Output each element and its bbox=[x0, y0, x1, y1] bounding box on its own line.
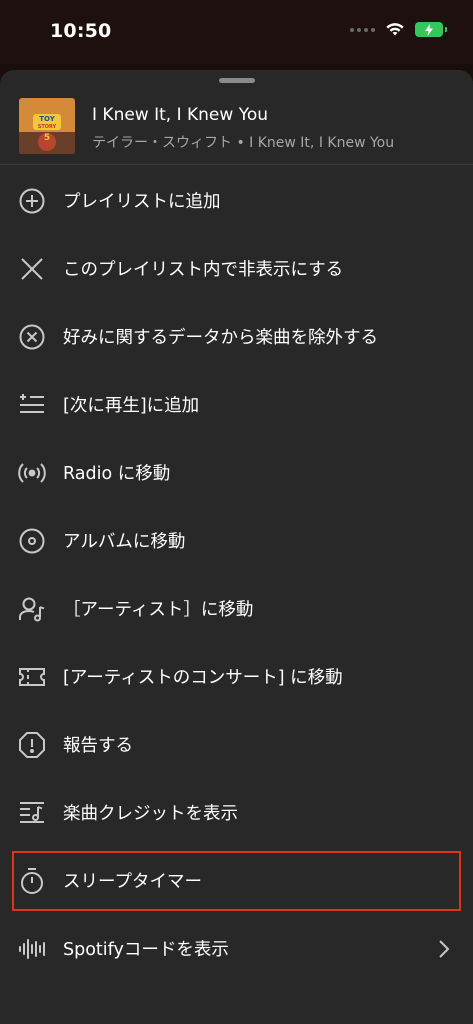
menu-item-label: このプレイリスト内で非表示にする bbox=[63, 260, 344, 280]
context-menu-sheet: TOY STORY 5 I Knew It, I Knew You テイラー・ス… bbox=[0, 70, 473, 1024]
track-title: I Knew It, I Knew You bbox=[92, 105, 269, 125]
menu-item-label: [アーティストのコンサート] に移動 bbox=[63, 668, 343, 688]
track-header: TOY STORY 5 I Knew It, I Knew You テイラー・ス… bbox=[0, 96, 473, 165]
action-menu: プレイリストに追加 このプレイリスト内で非表示にする 好みに関するデータから楽曲… bbox=[0, 166, 473, 982]
sheet-grabber[interactable] bbox=[219, 78, 255, 83]
menu-item-hide-in-playlist[interactable]: このプレイリスト内で非表示にする bbox=[0, 234, 473, 302]
menu-item-add-to-playlist[interactable]: プレイリストに追加 bbox=[0, 166, 473, 234]
menu-item-add-to-queue[interactable]: [次に再生]に追加 bbox=[0, 370, 473, 438]
menu-item-label: Spotifyコードを表示 bbox=[63, 940, 229, 960]
svg-text:5: 5 bbox=[44, 133, 50, 143]
menu-item-go-to-radio[interactable]: Radio に移動 bbox=[0, 438, 473, 506]
status-indicators bbox=[350, 22, 447, 37]
cellular-signal-icon bbox=[350, 27, 375, 32]
svg-text:STORY: STORY bbox=[38, 124, 57, 130]
credits-icon bbox=[17, 798, 47, 828]
menu-item-label: 好みに関するデータから楽曲を除外する bbox=[63, 328, 378, 348]
status-time: 10:50 bbox=[50, 20, 112, 42]
menu-item-label: スリープタイマー bbox=[63, 872, 202, 892]
menu-item-label: アルバムに移動 bbox=[63, 532, 186, 552]
menu-item-show-spotify-code[interactable]: Spotifyコードを表示 bbox=[0, 914, 473, 982]
radio-icon bbox=[17, 458, 47, 488]
close-icon bbox=[17, 254, 47, 284]
menu-item-sleep-timer[interactable]: スリープタイマー bbox=[0, 846, 473, 914]
menu-item-label: 楽曲クレジットを表示 bbox=[63, 804, 238, 824]
add-to-queue-icon bbox=[17, 390, 47, 420]
menu-item-report[interactable]: 報告する bbox=[0, 710, 473, 778]
menu-item-label: Radio に移動 bbox=[63, 464, 171, 484]
menu-item-show-credits[interactable]: 楽曲クレジットを表示 bbox=[0, 778, 473, 846]
album-icon bbox=[17, 526, 47, 556]
exclude-circle-icon bbox=[17, 322, 47, 352]
menu-item-exclude-from-taste[interactable]: 好みに関するデータから楽曲を除外する bbox=[0, 302, 473, 370]
chevron-right-icon bbox=[439, 940, 450, 958]
timer-icon bbox=[17, 866, 47, 896]
menu-item-label: プレイリストに追加 bbox=[63, 192, 221, 212]
add-circle-icon bbox=[17, 186, 47, 216]
track-subtitle: テイラー・スウィフト • I Knew It, I Knew You bbox=[92, 135, 395, 151]
album-art: TOY STORY 5 bbox=[19, 98, 75, 154]
ticket-icon bbox=[17, 662, 47, 692]
report-icon bbox=[17, 730, 47, 760]
menu-item-go-to-concerts[interactable]: [アーティストのコンサート] に移動 bbox=[0, 642, 473, 710]
wifi-icon bbox=[386, 23, 404, 36]
menu-item-label: [次に再生]に追加 bbox=[63, 396, 200, 416]
menu-item-label: 報告する bbox=[63, 736, 133, 756]
artist-icon bbox=[17, 594, 47, 624]
status-bar: 10:50 bbox=[0, 0, 473, 64]
spotify-code-icon bbox=[17, 934, 47, 964]
battery-charging-icon bbox=[415, 22, 447, 37]
menu-item-go-to-artist[interactable]: ［アーティスト］に移動 bbox=[0, 574, 473, 642]
menu-item-label: ［アーティスト］に移動 bbox=[63, 600, 254, 620]
menu-item-go-to-album[interactable]: アルバムに移動 bbox=[0, 506, 473, 574]
svg-text:TOY: TOY bbox=[39, 115, 55, 123]
